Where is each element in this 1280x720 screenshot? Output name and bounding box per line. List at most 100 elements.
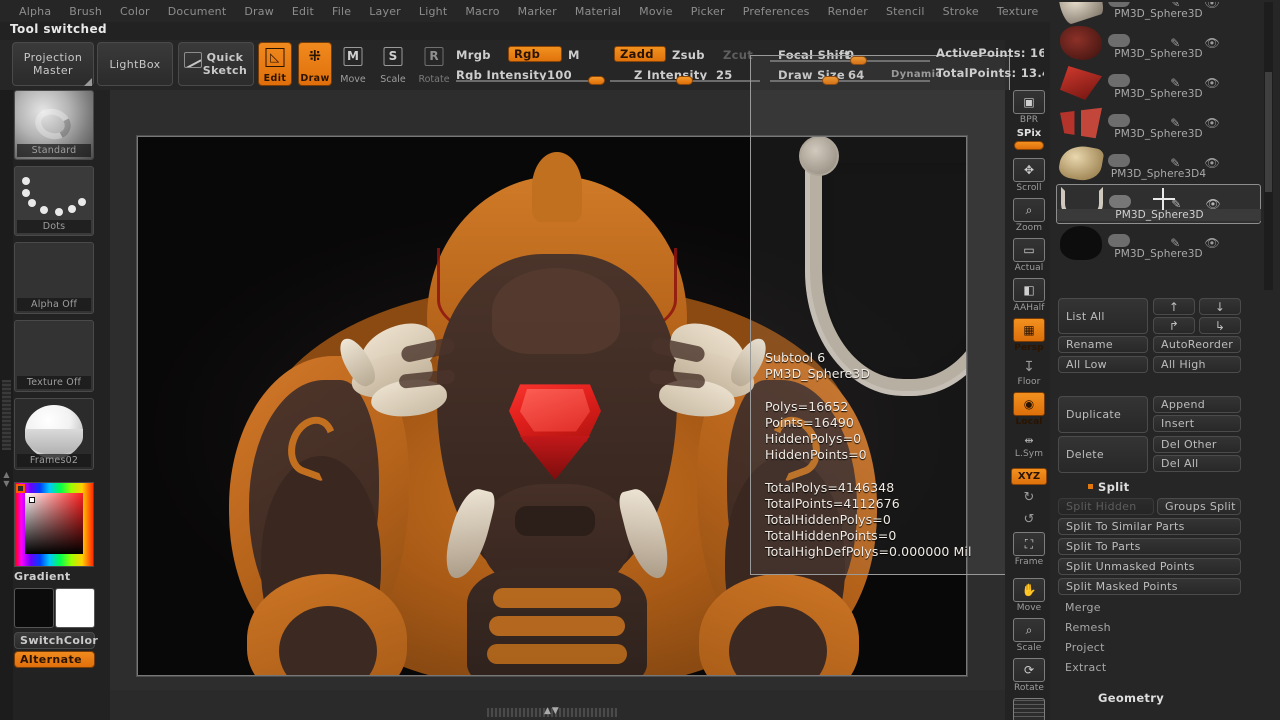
subtool-row[interactable]: ✎ 👁 PM3D_Sphere3D [1056,104,1261,144]
scale-button[interactable]: S Scale [377,42,409,86]
lsym-button[interactable]: ⇹ L.Sym [1011,432,1047,460]
del-other-button[interactable]: Del Other [1153,436,1241,453]
subtool-icons[interactable]: ✎ 👁 [1108,232,1256,250]
menu-item-texture[interactable]: Texture [988,3,1048,20]
left-scroll-arrows-icon[interactable]: ▲ ▼ [2,470,11,488]
rotate-button[interactable]: R Rotate [417,42,451,86]
rotate-gizmo-button[interactable]: ⟳ Rotate [1011,658,1047,693]
primary-color-swatch[interactable] [14,588,54,628]
subtool-row[interactable]: ✎ 👁 PM3D_Sphere3D [1056,224,1261,264]
subtool-row[interactable]: ✎ 👁 PM3D_Sphere3D [1056,2,1261,26]
menu-item-marker[interactable]: Marker [509,3,566,20]
scale-gizmo-button[interactable]: ⌕ Scale [1011,618,1047,653]
all-low-button[interactable]: All Low [1058,356,1148,373]
insert-button[interactable]: Insert [1153,415,1241,432]
del-all-button[interactable]: Del All [1153,455,1241,472]
brush-swatch[interactable]: Standard [14,90,94,160]
menu-item-macro[interactable]: Macro [456,3,508,20]
floor-button[interactable]: ↧ Floor [1011,358,1047,387]
split-to-similar-parts-button[interactable]: Split To Similar Parts [1058,518,1241,535]
subtool-scrollbar[interactable] [1264,2,1273,290]
draw-size-slider[interactable] [770,80,930,82]
edit-button[interactable]: ◺ Edit [258,42,292,86]
zadd-toggle[interactable]: Zadd [614,46,666,62]
menu-item-file[interactable]: File [323,3,360,20]
menu-item-material[interactable]: Material [566,3,630,20]
move-gizmo-button[interactable]: ✋ Move [1011,578,1047,613]
draw-button[interactable]: ⁜ Draw [298,42,332,86]
menu-item-render[interactable]: Render [819,3,877,20]
project-button[interactable]: Project [1058,638,1241,657]
menu-item-layer[interactable]: Layer [360,3,410,20]
rgb-intensity-knob[interactable] [588,76,605,85]
secondary-color-swatch[interactable] [55,588,95,628]
left-scrollbar[interactable]: ▲ ▼ [0,90,13,720]
split-masked-points-button[interactable]: Split Masked Points [1058,578,1241,595]
menu-item-movie[interactable]: Movie [630,3,682,20]
mrgb-button[interactable]: Mrgb [456,48,491,62]
scroll-button[interactable]: ✥ Scroll [1011,158,1047,193]
texture-swatch[interactable]: Texture Off [14,320,94,392]
polyframe-button[interactable]: PolyF [1011,698,1047,720]
list-all-button[interactable]: List All [1058,298,1148,334]
menu-item-edit[interactable]: Edit [283,3,323,20]
menu-item-alpha[interactable]: Alpha [10,3,60,20]
subtool-row[interactable]: ✎ 👁 PM3D_Sphere3D [1056,24,1261,64]
subtool-move-out-button[interactable]: ↱ [1153,317,1195,334]
menu-item-stencil[interactable]: Stencil [877,3,934,20]
subtool-move-up-button[interactable]: ↑ [1153,298,1195,315]
remesh-button[interactable]: Remesh [1058,618,1241,637]
subtool-scrollbar-grip[interactable] [1265,72,1272,192]
rgb-intensity-slider[interactable] [456,80,604,82]
all-high-button[interactable]: All High [1153,356,1241,373]
lightbox-button[interactable]: LightBox [97,42,173,86]
dynamic-toggle[interactable]: Dynamic [891,69,942,80]
zsub-button[interactable]: Zsub [672,48,705,62]
alternate-button[interactable]: Alternate [14,651,95,668]
menu-item-color[interactable]: Color [111,3,159,20]
auto-reorder-button[interactable]: AutoReorder [1153,336,1241,353]
delete-button[interactable]: Delete [1058,436,1148,473]
spix-slider[interactable] [1014,141,1044,150]
split-to-parts-button[interactable]: Split To Parts [1058,538,1241,555]
local-button[interactable]: ◉ Local [1011,392,1047,427]
subtool-row[interactable]: ✎ 👁 PM3D_Sphere3D [1056,64,1261,104]
bpr-button[interactable]: ▣ BPR [1011,90,1047,125]
subtool-move-in-button[interactable]: ↳ [1199,317,1241,334]
switch-color-button[interactable]: SwitchColor [14,632,98,649]
y-axis-button[interactable]: ↻ [1011,488,1047,506]
stroke-swatch[interactable]: Dots [14,166,94,236]
z-axis-button[interactable]: ↺ [1011,510,1047,528]
split-hidden-button[interactable]: Split Hidden [1058,498,1154,515]
menu-item-preferences[interactable]: Preferences [734,3,819,20]
menu-item-document[interactable]: Document [159,3,236,20]
menu-item-draw[interactable]: Draw [235,3,283,20]
m-button[interactable]: M [568,48,580,62]
merge-button[interactable]: Merge [1058,598,1241,617]
subtool-icons[interactable]: ✎ 👁 [1108,32,1256,50]
actual-button[interactable]: ▭ Actual [1011,238,1047,273]
subtool-row-selected[interactable]: ✎ 👁 PM3D_Sphere3D [1056,184,1261,224]
zoom-button[interactable]: ⌕ Zoom [1011,198,1047,233]
subtool-icons[interactable]: ✎ 👁 [1108,152,1256,170]
color-picker[interactable] [14,482,94,567]
rename-button[interactable]: Rename [1058,336,1148,353]
focal-shift-knob[interactable] [850,56,867,65]
subtool-icons[interactable]: ✎ 👁 [1108,72,1256,90]
menu-item-brush[interactable]: Brush [60,3,111,20]
subtool-icons[interactable]: ✎ 👁 [1108,112,1256,130]
bottom-arrows-icon[interactable]: ▲▼ [544,706,560,716]
groups-split-button[interactable]: Groups Split [1157,498,1241,515]
left-scrollbar-grip[interactable] [2,380,11,450]
menu-item-picker[interactable]: Picker [682,3,734,20]
move-button[interactable]: M Move [337,42,369,86]
alpha-swatch[interactable]: Alpha Off [14,242,94,314]
menu-item-stroke[interactable]: Stroke [934,3,988,20]
menu-item-light[interactable]: Light [410,3,456,20]
xyz-button[interactable]: XYZ [1011,468,1047,485]
draw-size-knob[interactable] [822,76,839,85]
z-intensity-knob[interactable] [676,76,693,85]
aahalf-button[interactable]: ◧ AAHalf [1011,278,1047,313]
projection-master-button[interactable]: Projection Master [12,42,94,86]
rgb-toggle[interactable]: Rgb [508,46,562,62]
